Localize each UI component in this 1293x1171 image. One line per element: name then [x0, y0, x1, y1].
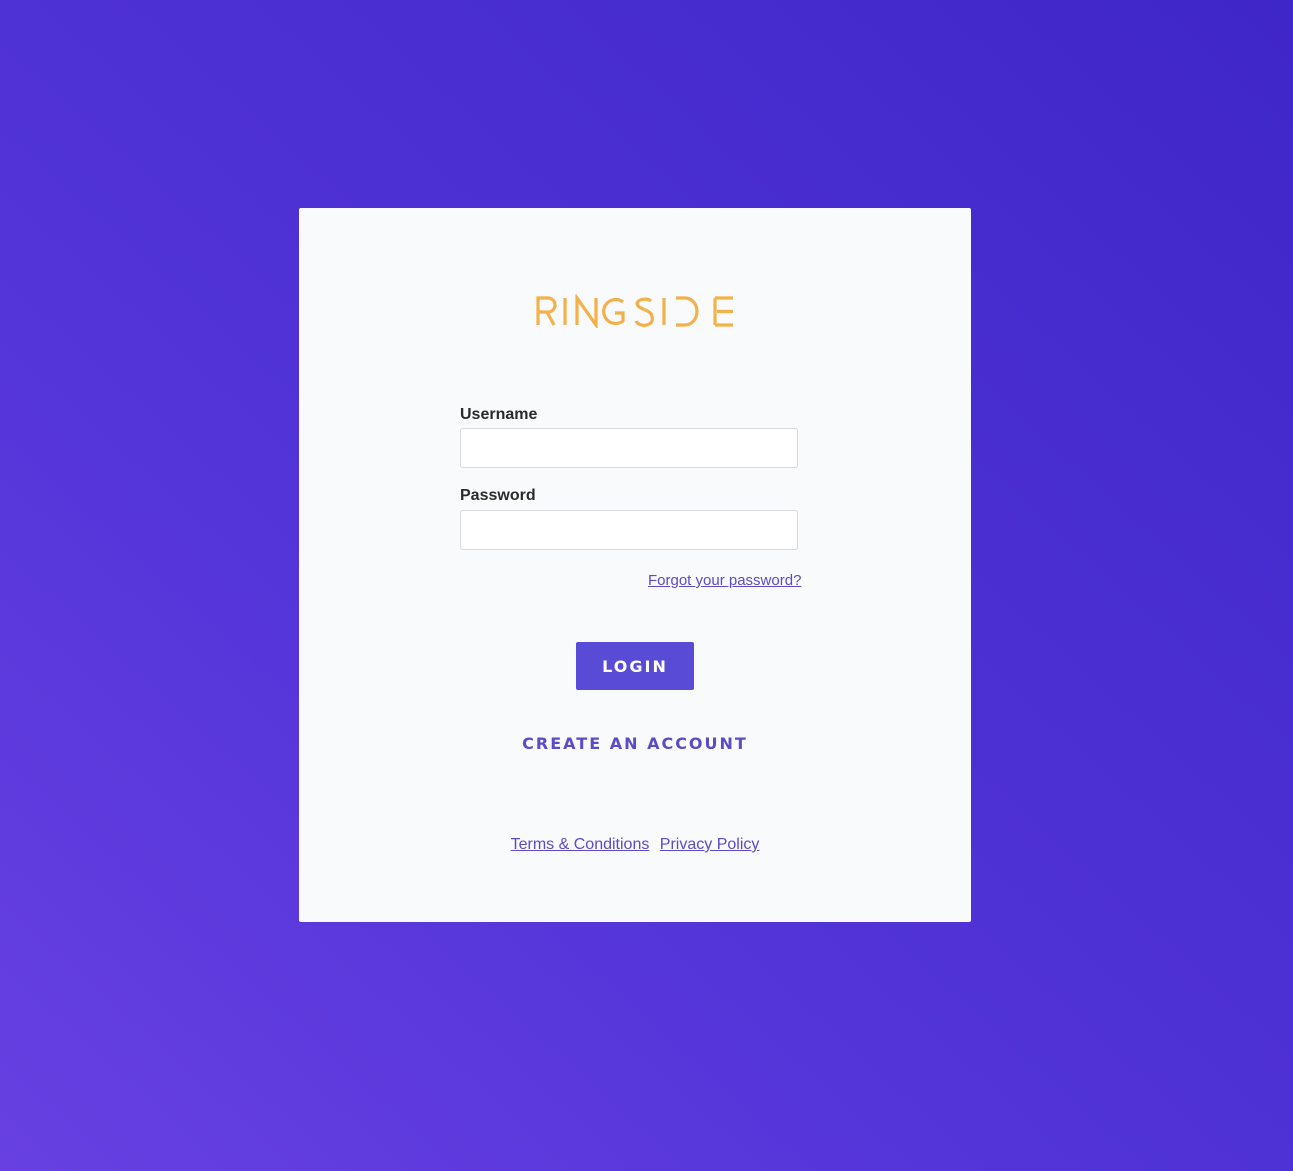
password-input[interactable]: [460, 510, 798, 550]
username-input[interactable]: [460, 428, 798, 468]
username-label: Username: [460, 406, 538, 423]
login-card: Username Password Forgot your password? …: [299, 208, 971, 922]
privacy-link[interactable]: Privacy Policy: [660, 836, 760, 853]
ringside-logo-mark: [536, 294, 733, 328]
ringside-logo: [299, 294, 971, 333]
password-label: Password: [460, 487, 536, 504]
login-button[interactable]: LOGIN: [576, 642, 694, 690]
create-account-link[interactable]: CREATE AN ACCOUNT: [299, 734, 971, 753]
terms-link[interactable]: Terms & Conditions: [511, 836, 650, 853]
footer-links: Terms & Conditions Privacy Policy: [299, 836, 971, 854]
forgot-password-link[interactable]: Forgot your password?: [648, 572, 801, 589]
create-account-label: CREATE AN ACCOUNT: [522, 734, 748, 753]
